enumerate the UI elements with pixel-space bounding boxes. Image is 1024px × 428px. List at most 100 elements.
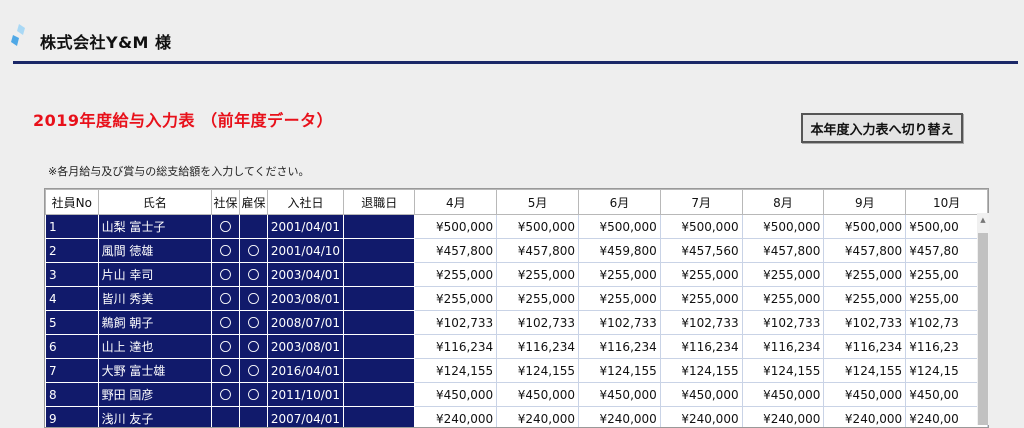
salary-august-cell[interactable]: ¥116,234 xyxy=(742,335,824,359)
salary-september-cell[interactable]: ¥255,000 xyxy=(824,263,906,287)
retire-date-cell[interactable] xyxy=(344,311,415,335)
salary-july-cell[interactable]: ¥450,000 xyxy=(660,383,742,407)
salary-august-cell[interactable]: ¥457,800 xyxy=(742,239,824,263)
table-row[interactable]: 1山梨 富士子〇2001/04/01¥500,000¥500,000¥500,0… xyxy=(46,215,988,239)
salary-april-cell[interactable]: ¥124,155 xyxy=(415,359,497,383)
salary-april-cell[interactable]: ¥500,000 xyxy=(415,215,497,239)
salary-july-cell[interactable]: ¥102,733 xyxy=(660,311,742,335)
table-row[interactable]: 4皆川 秀美〇〇2003/08/01¥255,000¥255,000¥255,0… xyxy=(46,287,988,311)
salary-october-cell[interactable]: ¥500,00 xyxy=(906,215,988,239)
salary-april-cell[interactable]: ¥457,800 xyxy=(415,239,497,263)
salary-october-cell[interactable]: ¥457,80 xyxy=(906,239,988,263)
salary-june-cell[interactable]: ¥255,000 xyxy=(579,263,661,287)
salary-may-cell[interactable]: ¥102,733 xyxy=(497,311,579,335)
header-month-6[interactable]: 6月 xyxy=(579,190,661,215)
header-month-8[interactable]: 8月 xyxy=(742,190,824,215)
header-employee-no[interactable]: 社員No xyxy=(46,190,99,215)
salary-june-cell[interactable]: ¥124,155 xyxy=(579,359,661,383)
salary-july-cell[interactable]: ¥255,000 xyxy=(660,287,742,311)
salary-july-cell[interactable]: ¥255,000 xyxy=(660,263,742,287)
table-row[interactable]: 8野田 国彦〇〇2011/10/01¥450,000¥450,000¥450,0… xyxy=(46,383,988,407)
employee-no-cell[interactable]: 8 xyxy=(46,383,99,407)
table-row[interactable]: 6山上 達也〇〇2003/08/01¥116,234¥116,234¥116,2… xyxy=(46,335,988,359)
retire-date-cell[interactable] xyxy=(344,383,415,407)
employee-name-cell[interactable]: 山上 達也 xyxy=(98,335,212,359)
salary-october-cell[interactable]: ¥116,23 xyxy=(906,335,988,359)
retire-date-cell[interactable] xyxy=(344,335,415,359)
salary-july-cell[interactable]: ¥457,560 xyxy=(660,239,742,263)
salary-june-cell[interactable]: ¥116,234 xyxy=(579,335,661,359)
vertical-scrollbar[interactable]: ▲ xyxy=(977,213,989,425)
employment-insurance-cell[interactable] xyxy=(240,215,268,239)
salary-september-cell[interactable]: ¥102,733 xyxy=(824,311,906,335)
salary-september-cell[interactable]: ¥457,800 xyxy=(824,239,906,263)
retire-date-cell[interactable] xyxy=(344,359,415,383)
employment-insurance-cell[interactable]: 〇 xyxy=(240,287,268,311)
retire-date-cell[interactable] xyxy=(344,215,415,239)
salary-august-cell[interactable]: ¥124,155 xyxy=(742,359,824,383)
salary-july-cell[interactable]: ¥124,155 xyxy=(660,359,742,383)
salary-october-cell[interactable]: ¥255,00 xyxy=(906,263,988,287)
salary-june-cell[interactable]: ¥450,000 xyxy=(579,383,661,407)
salary-september-cell[interactable]: ¥500,000 xyxy=(824,215,906,239)
header-employment-insurance[interactable]: 雇保 xyxy=(240,190,268,215)
employee-name-cell[interactable]: 大野 富士雄 xyxy=(98,359,212,383)
table-row[interactable]: 3片山 幸司〇〇2003/04/01¥255,000¥255,000¥255,0… xyxy=(46,263,988,287)
salary-october-cell[interactable]: ¥102,73 xyxy=(906,311,988,335)
employment-insurance-cell[interactable]: 〇 xyxy=(240,311,268,335)
switch-to-current-year-button[interactable]: 本年度入力表へ切り替え xyxy=(801,113,963,143)
retire-date-cell[interactable] xyxy=(344,263,415,287)
employee-name-cell[interactable]: 風間 徳雄 xyxy=(98,239,212,263)
scrollbar-thumb[interactable] xyxy=(978,233,988,425)
salary-may-cell[interactable]: ¥116,234 xyxy=(497,335,579,359)
salary-september-cell[interactable]: ¥450,000 xyxy=(824,383,906,407)
salary-april-cell[interactable]: ¥255,000 xyxy=(415,263,497,287)
scroll-up-arrow-icon[interactable]: ▲ xyxy=(977,215,989,225)
employment-insurance-cell[interactable]: 〇 xyxy=(240,359,268,383)
employment-insurance-cell[interactable]: 〇 xyxy=(240,335,268,359)
employee-no-cell[interactable]: 3 xyxy=(46,263,99,287)
hire-date-cell[interactable]: 2003/04/01 xyxy=(267,263,343,287)
salary-may-cell[interactable]: ¥124,155 xyxy=(497,359,579,383)
hire-date-cell[interactable]: 2011/10/01 xyxy=(267,383,343,407)
salary-april-cell[interactable]: ¥450,000 xyxy=(415,383,497,407)
employee-no-cell[interactable]: 1 xyxy=(46,215,99,239)
salary-august-cell[interactable]: ¥102,733 xyxy=(742,311,824,335)
salary-october-cell[interactable]: ¥450,00 xyxy=(906,383,988,407)
header-social-insurance[interactable]: 社保 xyxy=(212,190,240,215)
salary-august-cell[interactable]: ¥255,000 xyxy=(742,263,824,287)
salary-june-cell[interactable]: ¥102,733 xyxy=(579,311,661,335)
employment-insurance-cell[interactable]: 〇 xyxy=(240,383,268,407)
salary-april-cell[interactable]: ¥116,234 xyxy=(415,335,497,359)
table-row[interactable]: 2風間 徳雄〇〇2001/04/10¥457,800¥457,800¥459,8… xyxy=(46,239,988,263)
salary-august-cell[interactable]: ¥255,000 xyxy=(742,287,824,311)
hire-date-cell[interactable]: 2016/04/01 xyxy=(267,359,343,383)
salary-august-cell[interactable]: ¥500,000 xyxy=(742,215,824,239)
salary-september-cell[interactable]: ¥116,234 xyxy=(824,335,906,359)
salary-october-cell[interactable]: ¥255,00 xyxy=(906,287,988,311)
retire-date-cell[interactable] xyxy=(344,239,415,263)
hire-date-cell[interactable]: 2003/08/01 xyxy=(267,335,343,359)
salary-september-cell[interactable]: ¥255,000 xyxy=(824,287,906,311)
social-insurance-cell[interactable]: 〇 xyxy=(212,215,240,239)
employee-no-cell[interactable]: 6 xyxy=(46,335,99,359)
header-month-10[interactable]: 10月 xyxy=(906,190,988,215)
employee-no-cell[interactable]: 2 xyxy=(46,239,99,263)
employee-name-cell[interactable]: 片山 幸司 xyxy=(98,263,212,287)
employee-no-cell[interactable]: 5 xyxy=(46,311,99,335)
header-hire-date[interactable]: 入社日 xyxy=(267,190,343,215)
salary-august-cell[interactable]: ¥450,000 xyxy=(742,383,824,407)
salary-june-cell[interactable]: ¥459,800 xyxy=(579,239,661,263)
social-insurance-cell[interactable]: 〇 xyxy=(212,359,240,383)
social-insurance-cell[interactable]: 〇 xyxy=(212,383,240,407)
header-month-7[interactable]: 7月 xyxy=(660,190,742,215)
hire-date-cell[interactable]: 2001/04/10 xyxy=(267,239,343,263)
retire-date-cell[interactable] xyxy=(344,287,415,311)
hire-date-cell[interactable]: 2003/08/01 xyxy=(267,287,343,311)
hire-date-cell[interactable]: 2001/04/01 xyxy=(267,215,343,239)
social-insurance-cell[interactable]: 〇 xyxy=(212,311,240,335)
employment-insurance-cell[interactable]: 〇 xyxy=(240,239,268,263)
salary-june-cell[interactable]: ¥500,000 xyxy=(579,215,661,239)
header-month-5[interactable]: 5月 xyxy=(497,190,579,215)
header-month-9[interactable]: 9月 xyxy=(824,190,906,215)
